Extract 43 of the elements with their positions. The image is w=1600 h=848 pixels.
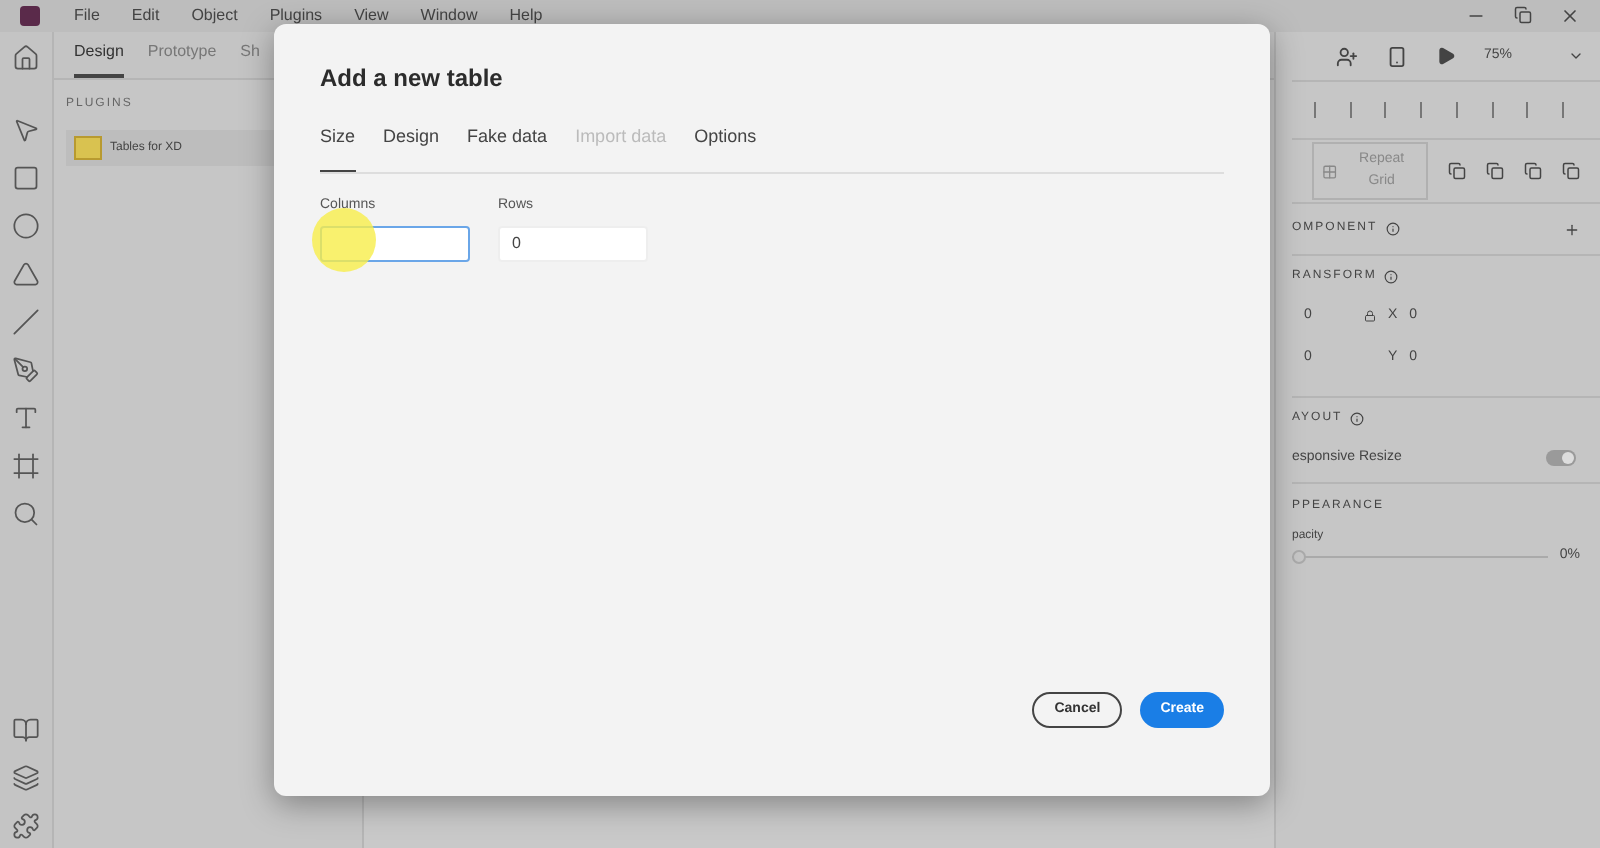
lock-icon[interactable] xyxy=(1364,310,1376,323)
menu-item[interactable]: File xyxy=(74,4,100,28)
menu-item[interactable]: Window xyxy=(420,4,478,28)
artboard-tool-icon[interactable] xyxy=(12,452,40,480)
input-field[interactable]: 0 xyxy=(498,226,648,262)
dialog-tab[interactable]: Size xyxy=(320,124,356,171)
triangle-tool-icon[interactable] xyxy=(12,260,40,288)
dialog-title: Add a new table xyxy=(320,62,505,96)
rectangle-tool-icon[interactable] xyxy=(12,164,40,192)
info-icon[interactable] xyxy=(1384,270,1399,284)
menu-item[interactable]: Object xyxy=(191,4,238,28)
menu-item[interactable]: Edit xyxy=(131,4,160,28)
menu-item[interactable]: Help xyxy=(509,4,543,28)
table-icon xyxy=(74,136,102,160)
home-icon[interactable] xyxy=(12,44,40,72)
phone-icon[interactable] xyxy=(1386,45,1408,67)
grid-icon xyxy=(1322,163,1338,179)
add-icon[interactable] xyxy=(1564,221,1580,237)
close-icon[interactable] xyxy=(1560,6,1580,26)
toggle-switch[interactable] xyxy=(1546,450,1576,467)
plugins-icon[interactable] xyxy=(12,812,40,840)
line-tool-icon[interactable] xyxy=(12,308,40,336)
text-tool-icon[interactable] xyxy=(12,404,40,432)
dialog-tab[interactable]: Options xyxy=(694,124,757,171)
share-user-icon[interactable] xyxy=(1336,45,1358,67)
boolean-icons[interactable] xyxy=(1448,162,1580,180)
info-icon[interactable] xyxy=(1385,222,1400,236)
layers-icon[interactable] xyxy=(12,764,40,792)
menu-item[interactable]: View xyxy=(354,4,389,28)
play-icon[interactable] xyxy=(1436,46,1456,66)
zoom-tool-icon[interactable] xyxy=(12,500,40,528)
restore-icon[interactable] xyxy=(1514,6,1532,24)
menu-item[interactable]: Plugins xyxy=(269,4,323,28)
pen-tool-icon[interactable] xyxy=(12,356,40,384)
info-icon[interactable] xyxy=(1350,412,1365,426)
select-tool-icon[interactable] xyxy=(12,116,40,144)
ellipse-tool-icon[interactable] xyxy=(12,212,40,240)
chevron-icon[interactable] xyxy=(1568,48,1584,64)
dialog-tab[interactable]: Fake data xyxy=(467,124,548,171)
dialog-tab[interactable]: Design xyxy=(383,124,440,171)
cursor-highlight xyxy=(312,207,376,271)
assets-icon[interactable] xyxy=(12,716,40,744)
app-logo-icon xyxy=(20,6,40,26)
